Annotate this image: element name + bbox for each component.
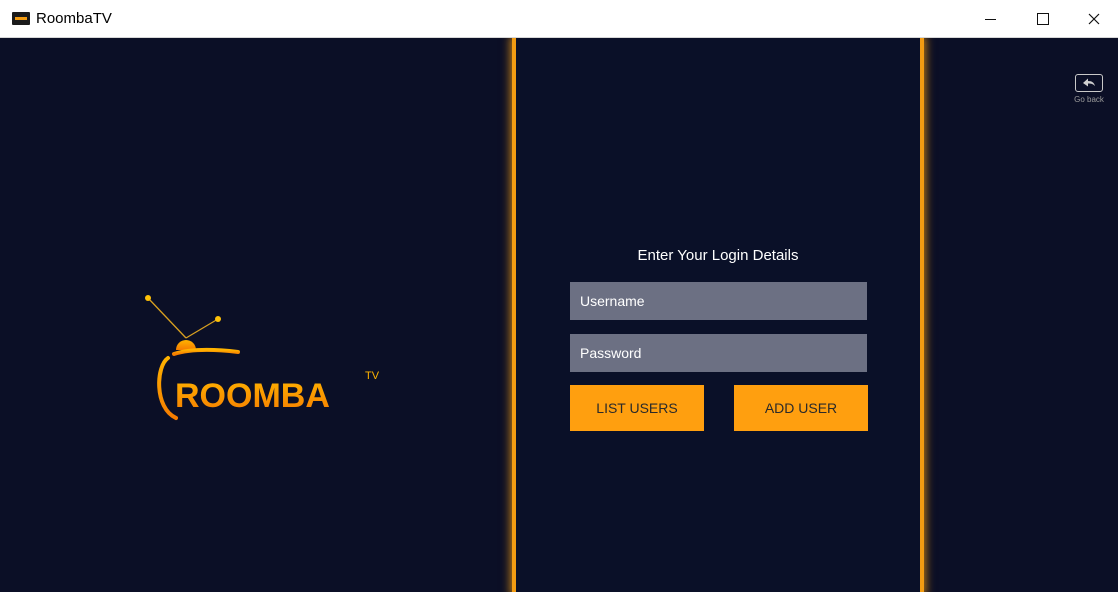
- go-back-label: Go back: [1074, 95, 1104, 104]
- app-logo-icon: [12, 12, 30, 25]
- window-title: RoombaTV: [36, 10, 112, 27]
- go-back-button[interactable]: Go back: [1070, 74, 1108, 114]
- minimize-icon: [984, 18, 996, 20]
- minimize-button[interactable]: [967, 0, 1013, 38]
- maximize-button[interactable]: [1020, 0, 1066, 38]
- main-content: ROOMBA TV Enter Your Login Details LIST …: [8, 38, 1110, 592]
- maximize-icon: [1037, 13, 1049, 25]
- app-window: RoombaTV ROOMBA TV Enter Your Login Deta…: [0, 0, 1118, 592]
- title-bar: RoombaTV: [0, 0, 1118, 38]
- close-icon: [1088, 13, 1100, 25]
- brand-name: ROOMBA: [175, 377, 330, 415]
- add-user-button[interactable]: ADD USER: [734, 385, 868, 431]
- login-title: Enter Your Login Details: [637, 247, 799, 264]
- list-users-button[interactable]: LIST USERS: [570, 385, 704, 431]
- login-panel: Enter Your Login Details LIST USERS ADD …: [512, 38, 924, 592]
- close-button[interactable]: [1071, 0, 1117, 38]
- brand-superscript: TV: [365, 370, 380, 382]
- username-input[interactable]: [570, 282, 867, 320]
- back-arrow-icon: [1075, 74, 1103, 92]
- roomba-tv-logo: ROOMBA TV: [145, 295, 380, 420]
- password-input[interactable]: [570, 334, 867, 372]
